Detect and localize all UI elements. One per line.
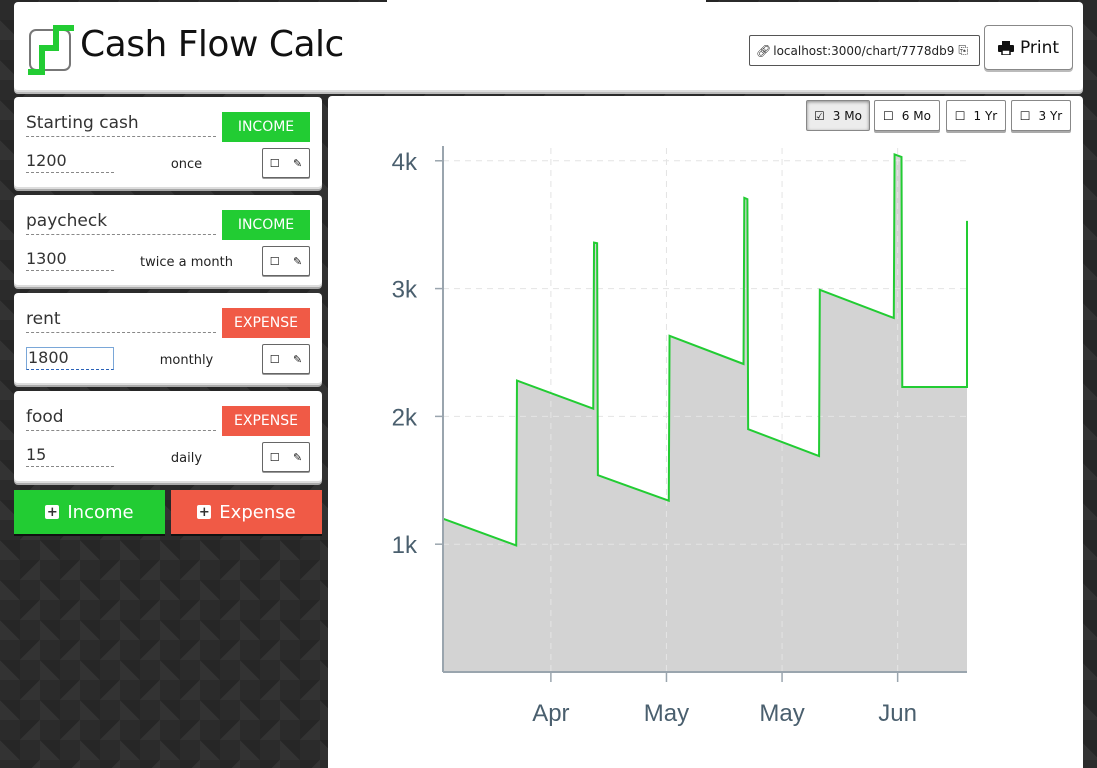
share-url-field[interactable]: 🔗︎ localhost:3000/chart/7778db9 ⎘ bbox=[749, 35, 980, 66]
entry-amount-field[interactable]: 1800 bbox=[26, 347, 114, 370]
entry-card: food EXPENSE 15 daily ☐ ✎ bbox=[14, 391, 322, 483]
logo-icon bbox=[28, 25, 74, 75]
x-tick-label: May bbox=[644, 700, 689, 727]
print-label: Print bbox=[1019, 37, 1060, 58]
add-income-button[interactable]: + Income bbox=[14, 490, 165, 534]
entry-amount-field[interactable]: 1300 bbox=[26, 249, 114, 271]
printer-icon bbox=[997, 40, 1014, 55]
y-tick-label: 3k bbox=[392, 277, 418, 304]
entry-card: paycheck INCOME 1300 twice a month ☐ ✎ bbox=[14, 195, 322, 287]
add-expense-button[interactable]: + Expense bbox=[171, 490, 322, 534]
checkbox-icon[interactable]: ☐ bbox=[270, 451, 280, 464]
pencil-icon[interactable]: ✎ bbox=[293, 255, 302, 268]
link-icon: 🔗︎ bbox=[756, 43, 772, 58]
x-tick-label: Jun bbox=[878, 700, 917, 727]
entry-name-field[interactable]: food bbox=[26, 407, 216, 431]
entry-type-toggle[interactable]: EXPENSE bbox=[222, 406, 310, 436]
add-expense-label: Expense bbox=[219, 501, 296, 523]
entry-card: rent EXPENSE 1800 monthly ☐ ✎ bbox=[14, 293, 322, 385]
entry-amount-field[interactable]: 1200 bbox=[26, 151, 114, 173]
plus-icon: + bbox=[197, 504, 212, 520]
x-tick-label: May bbox=[759, 700, 804, 727]
balance-area bbox=[443, 154, 967, 672]
entry-tools: ☐ ✎ bbox=[262, 148, 310, 178]
y-tick-label: 4k bbox=[392, 149, 418, 176]
entry-name-field[interactable]: paycheck bbox=[26, 211, 216, 235]
entry-name-field[interactable]: Starting cash bbox=[26, 113, 216, 137]
entry-tools: ☐ ✎ bbox=[262, 344, 310, 374]
pencil-icon[interactable]: ✎ bbox=[293, 451, 302, 464]
checkbox-icon[interactable]: ☐ bbox=[270, 353, 280, 366]
pencil-icon[interactable]: ✎ bbox=[293, 157, 302, 170]
entry-type-toggle[interactable]: INCOME bbox=[222, 112, 310, 142]
entry-card: Starting cash INCOME 1200 once ☐ ✎ bbox=[14, 97, 322, 189]
x-tick-label: Apr bbox=[532, 700, 569, 727]
entry-type-toggle[interactable]: INCOME bbox=[222, 210, 310, 240]
y-tick-label: 1k bbox=[392, 532, 418, 559]
print-button[interactable]: Print bbox=[984, 25, 1073, 70]
entry-frequency-select[interactable]: monthly bbox=[124, 353, 249, 368]
entry-name-field[interactable]: rent bbox=[26, 309, 216, 333]
entry-tools: ☐ ✎ bbox=[262, 442, 310, 472]
checkbox-icon[interactable]: ☐ bbox=[270, 255, 280, 268]
y-tick-label: 2k bbox=[392, 404, 418, 431]
add-income-label: Income bbox=[67, 501, 134, 523]
plus-icon: + bbox=[45, 504, 60, 520]
app-header: Cash Flow Calc 🔗︎ localhost:3000/chart/7… bbox=[14, 2, 1083, 92]
app-title: Cash Flow Calc bbox=[80, 24, 344, 65]
entry-frequency-select[interactable]: once bbox=[124, 157, 249, 172]
entry-tools: ☐ ✎ bbox=[262, 246, 310, 276]
checkbox-icon[interactable]: ☐ bbox=[270, 157, 280, 170]
entry-frequency-select[interactable]: daily bbox=[124, 451, 249, 466]
cash-flow-chart: 1k 2k 3k 4k Apr May May Jun bbox=[392, 146, 968, 727]
copy-icon[interactable]: ⎘ bbox=[958, 43, 968, 58]
entry-frequency-select[interactable]: twice a month bbox=[124, 255, 249, 270]
share-url-text: localhost:3000/chart/7778db9 bbox=[773, 43, 955, 58]
pencil-icon[interactable]: ✎ bbox=[293, 353, 302, 366]
entry-type-toggle[interactable]: EXPENSE bbox=[222, 308, 310, 338]
entry-amount-field[interactable]: 15 bbox=[26, 445, 114, 467]
